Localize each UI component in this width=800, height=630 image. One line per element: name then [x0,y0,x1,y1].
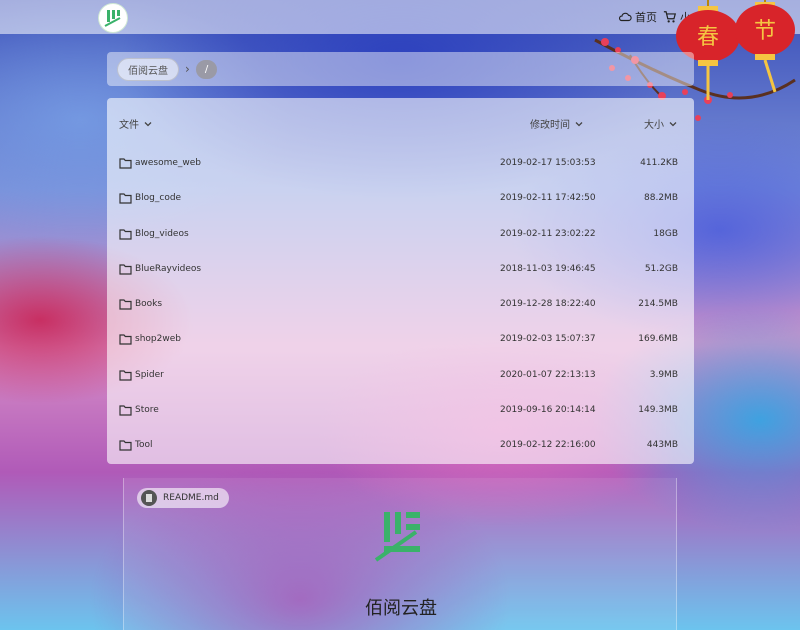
breadcrumb-current[interactable]: / [195,59,218,79]
breadcrumb-root[interactable]: 佰阅云盘 [117,57,179,81]
readme-file-chip[interactable]: README.md [137,488,229,508]
logo-icon [104,10,121,27]
folder-icon [119,299,132,310]
folder-icon [119,405,132,416]
file-name: Store [135,405,159,416]
readme-title: 佰阅云盘 [365,598,437,619]
file-modified: 2019-02-17 15:03:53 [500,158,596,168]
breadcrumb-separator: › [185,62,190,76]
readme-logo-icon [374,512,420,562]
chevron-down-icon [669,121,677,126]
file-name: awesome_web [135,158,202,168]
file-name: Blog_videos [135,228,189,239]
lantern-right-char: 节 [754,19,776,44]
file-size: 169.6MB [638,334,678,345]
file-icon [146,494,152,502]
file-size: 443MB [646,440,678,451]
folder-icon [119,158,132,169]
file-modified: 2020-01-07 22:13:13 [500,369,596,380]
file-modified: 2019-02-03 15:07:37 [500,334,596,345]
file-size: 18GB [653,228,678,239]
chevron-down-icon [575,121,583,126]
folder-icon [119,440,132,451]
column-name-label: 文件 [119,120,139,131]
table-row[interactable]: Store 2019-09-16 20:14:14 149.3MB [107,393,694,428]
avatar [141,490,157,506]
file-name: Spider [135,369,164,380]
folder-icon [119,370,132,381]
table-row[interactable]: Books 2019-12-28 18:22:40 214.5MB [107,287,694,322]
file-size: 149.3MB [638,405,678,416]
file-modified: 2019-02-11 17:42:50 [500,193,596,204]
file-name: Blog_code [135,193,182,204]
table-row[interactable]: shop2web 2019-02-03 15:07:37 169.6MB [107,322,694,357]
sort-by-modified[interactable]: 修改时间 [530,116,584,131]
chevron-down-icon [144,121,152,126]
table-row[interactable]: Spider 2020-01-07 22:13:13 3.9MB [107,358,694,393]
file-size: 3.9MB [649,369,678,380]
column-size-label: 大小 [644,120,664,131]
lantern-right: 节 [735,0,795,93]
table-row[interactable]: Blog_videos 2019-02-11 23:02:22 18GB [107,217,694,252]
file-name: BlueRayvideos [135,263,202,274]
file-size: 214.5MB [638,299,678,310]
sort-by-name[interactable]: 文件 [119,116,153,131]
file-name: shop2web [135,334,181,345]
breadcrumb: 佰阅云盘 › / [107,52,694,86]
folder-icon [119,334,132,346]
table-row[interactable]: BlueRayvideos 2018-11-03 19:46:45 51.2GB [107,252,694,287]
folder-icon [119,193,132,204]
table-row[interactable]: awesome_web 2019-02-17 15:03:53 411.2KB [107,146,694,181]
table-row[interactable]: Blog_code 2019-02-11 17:42:50 88.2MB [107,181,694,216]
file-size: 411.2KB [640,158,678,168]
site-logo[interactable] [98,3,128,33]
file-modified: 2019-12-28 18:22:40 [500,299,596,310]
readme-file-label: README.md [163,493,219,503]
file-rows: awesome_web 2019-02-17 15:03:53 411.2KB Blo… [107,146,694,464]
column-modified-label: 修改时间 [530,120,570,131]
file-name: Tool [135,440,153,451]
file-list-header: 文件 修改时间 大小 [107,98,694,146]
file-size: 88.2MB [644,193,678,204]
table-row[interactable]: Tool 2019-02-12 22:16:00 443MB [107,428,694,463]
file-modified: 2019-02-11 23:02:22 [500,228,596,239]
folder-icon [119,228,132,240]
file-list: 文件 修改时间 大小 awesome_web 2019-02-17 15:03:5… [107,98,694,464]
file-modified: 2018-11-03 19:46:45 [500,263,596,274]
file-modified: 2019-02-12 22:16:00 [500,440,596,451]
file-modified: 2019-09-16 20:14:14 [500,405,596,416]
readme-panel: README.md 佰阅云盘 [123,478,677,630]
folder-icon [119,264,132,275]
lantern-left-char: 春 [697,25,719,50]
file-name: Books [135,299,163,310]
sort-by-size[interactable]: 大小 [644,116,678,131]
file-size: 51.2GB [644,263,678,274]
